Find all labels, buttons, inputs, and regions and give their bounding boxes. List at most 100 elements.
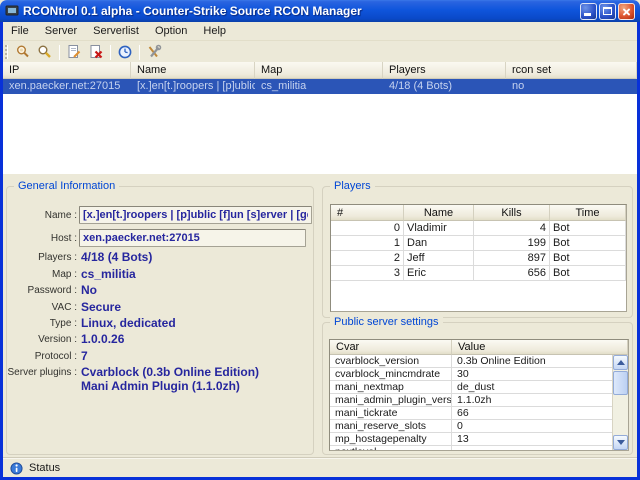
scroll-up-button[interactable] [613, 355, 628, 370]
players-table-header: # Name Kills Time [331, 205, 626, 221]
maximize-button[interactable] [599, 3, 616, 20]
server-ip: xen.paecker.net:27015 [9, 80, 121, 92]
server-map: cs_militia [261, 80, 307, 92]
menu-option[interactable]: Option [147, 23, 195, 39]
menu-help[interactable]: Help [195, 23, 234, 39]
close-button[interactable] [618, 3, 635, 20]
column-header-number[interactable]: # [331, 205, 404, 221]
menu-serverlist[interactable]: Serverlist [85, 23, 147, 39]
toolbar-separator [139, 44, 140, 60]
player-row[interactable]: 1 Dan 199 Bot [331, 236, 626, 251]
vac-value: Secure [81, 300, 122, 314]
column-header-players[interactable]: Players [383, 62, 506, 79]
general-information-title: General Information [14, 179, 120, 193]
server-players: 4/18 (4 Bots) [389, 80, 452, 92]
menu-bar: File Server Serverlist Option Help [3, 22, 637, 41]
players-label: Players : [38, 252, 77, 263]
general-information-panel: General Information Name : Host : Player… [6, 179, 314, 455]
password-value: No [81, 283, 97, 297]
toolbar [3, 42, 637, 62]
password-label: Password : [27, 285, 77, 296]
map-label: Map : [51, 269, 77, 280]
app-window: RCONtrol 0.1 alpha - Counter-Strike Sour… [0, 0, 640, 480]
cvar-row[interactable]: mani_admin_plugin_version 1.1.0zh [330, 394, 628, 407]
window-border-left [0, 22, 3, 480]
cvar-row[interactable]: mani_reserve_slots 0 [330, 420, 628, 433]
type-value: Linux, dedicated [81, 316, 176, 330]
settings-button[interactable] [143, 43, 165, 61]
server-name: [x.]en[t.]roopers | [p]ublic [f]... [137, 80, 255, 92]
protocol-value: 7 [81, 349, 88, 363]
column-header-value[interactable]: Value [452, 340, 628, 355]
scroll-up-icon [616, 360, 625, 365]
cvar-row[interactable]: cvarblock_version 0.3b Online Edition [330, 355, 628, 368]
column-header-rcon-set[interactable]: rcon set [506, 62, 637, 79]
column-header-player-name[interactable]: Name [404, 205, 474, 221]
toolbar-grip[interactable] [5, 45, 8, 59]
cvar-row[interactable]: mani_tickrate 66 [330, 407, 628, 420]
scroll-down-icon [616, 440, 625, 445]
player-row[interactable]: 3 Eric 656 Bot [331, 266, 626, 281]
protocol-label: Protocol : [34, 351, 77, 362]
status-text: Status [29, 462, 61, 474]
player-row[interactable]: 0 Vladimir 4 Bot [331, 221, 626, 236]
host-field[interactable] [79, 229, 306, 247]
column-header-time[interactable]: Time [550, 205, 626, 221]
add-server-icon [68, 45, 81, 58]
cvar-row[interactable]: mani_nextmap de_dust [330, 381, 628, 394]
version-label: Version : [38, 334, 77, 345]
cvar-table: Cvar Value cvarblock_version 0.3b Online… [329, 339, 629, 451]
server-plugins-label: Server plugins : [7, 367, 77, 378]
type-label: Type : [49, 318, 77, 329]
public-server-settings-panel: Public server settings Cvar Value cvarbl… [322, 315, 633, 455]
refresh-button[interactable] [114, 43, 136, 61]
public-server-settings-title: Public server settings [330, 315, 443, 329]
cvar-table-header: Cvar Value [330, 340, 628, 355]
search-icon [38, 45, 51, 58]
server-row-selected[interactable]: xen.paecker.net:27015 [x.]en[t.]roopers … [3, 79, 637, 94]
remove-server-icon [90, 45, 103, 59]
column-header-name[interactable]: Name [131, 62, 255, 79]
scroll-down-button[interactable] [613, 435, 628, 450]
server-plugins-line1: Cvarblock (0.3b Online Edition) [81, 365, 260, 379]
column-header-ip[interactable]: IP [3, 62, 131, 79]
vac-label: VAC : [51, 302, 77, 313]
players-panel-title: Players [330, 179, 375, 193]
info-icon [10, 461, 23, 475]
maximize-icon [603, 7, 612, 15]
search-button[interactable] [34, 43, 56, 61]
settings-tools-icon [148, 44, 162, 58]
window-controls [580, 3, 635, 20]
cvar-scrollbar[interactable] [612, 355, 628, 450]
name-field[interactable] [79, 206, 312, 224]
refresh-clock-icon [118, 45, 132, 59]
name-label: Name : [44, 210, 77, 221]
add-server-button[interactable] [63, 43, 85, 61]
connect-button[interactable] [12, 43, 34, 61]
server-plugins-line2: Mani Admin Plugin (1.1.0zh) [81, 379, 240, 393]
server-list: IP Name Map Players rcon set xen.paecker… [3, 62, 637, 174]
scrollbar-thumb[interactable] [613, 371, 628, 395]
players-value: 4/18 (4 Bots) [81, 250, 153, 264]
column-header-map[interactable]: Map [255, 62, 383, 79]
players-panel: Players # Name Kills Time 0 Vladimir 4 B… [322, 179, 633, 318]
cvar-row[interactable]: nextlevel [330, 446, 628, 450]
map-value: cs_militia [81, 267, 136, 281]
column-header-cvar[interactable]: Cvar [330, 340, 452, 355]
cvar-row[interactable]: cvarblock_mincmdrate 30 [330, 368, 628, 381]
server-list-header: IP Name Map Players rcon set [3, 62, 637, 79]
app-icon [5, 5, 19, 16]
players-table: # Name Kills Time 0 Vladimir 4 Bot 1 Dan… [330, 204, 627, 312]
player-row[interactable]: 2 Jeff 897 Bot [331, 251, 626, 266]
menu-server[interactable]: Server [37, 23, 85, 39]
column-header-kills[interactable]: Kills [474, 205, 550, 221]
remove-server-button[interactable] [85, 43, 107, 61]
host-label: Host : [50, 233, 77, 244]
menu-file[interactable]: File [3, 23, 37, 39]
window-title: RCONtrol 0.1 alpha - Counter-Strike Sour… [23, 4, 362, 18]
toolbar-separator [110, 44, 111, 60]
minimize-icon [584, 13, 591, 16]
cvar-row[interactable]: mp_hostagepenalty 13 [330, 433, 628, 446]
minimize-button[interactable] [580, 3, 597, 20]
title-bar: RCONtrol 0.1 alpha - Counter-Strike Sour… [0, 0, 640, 22]
